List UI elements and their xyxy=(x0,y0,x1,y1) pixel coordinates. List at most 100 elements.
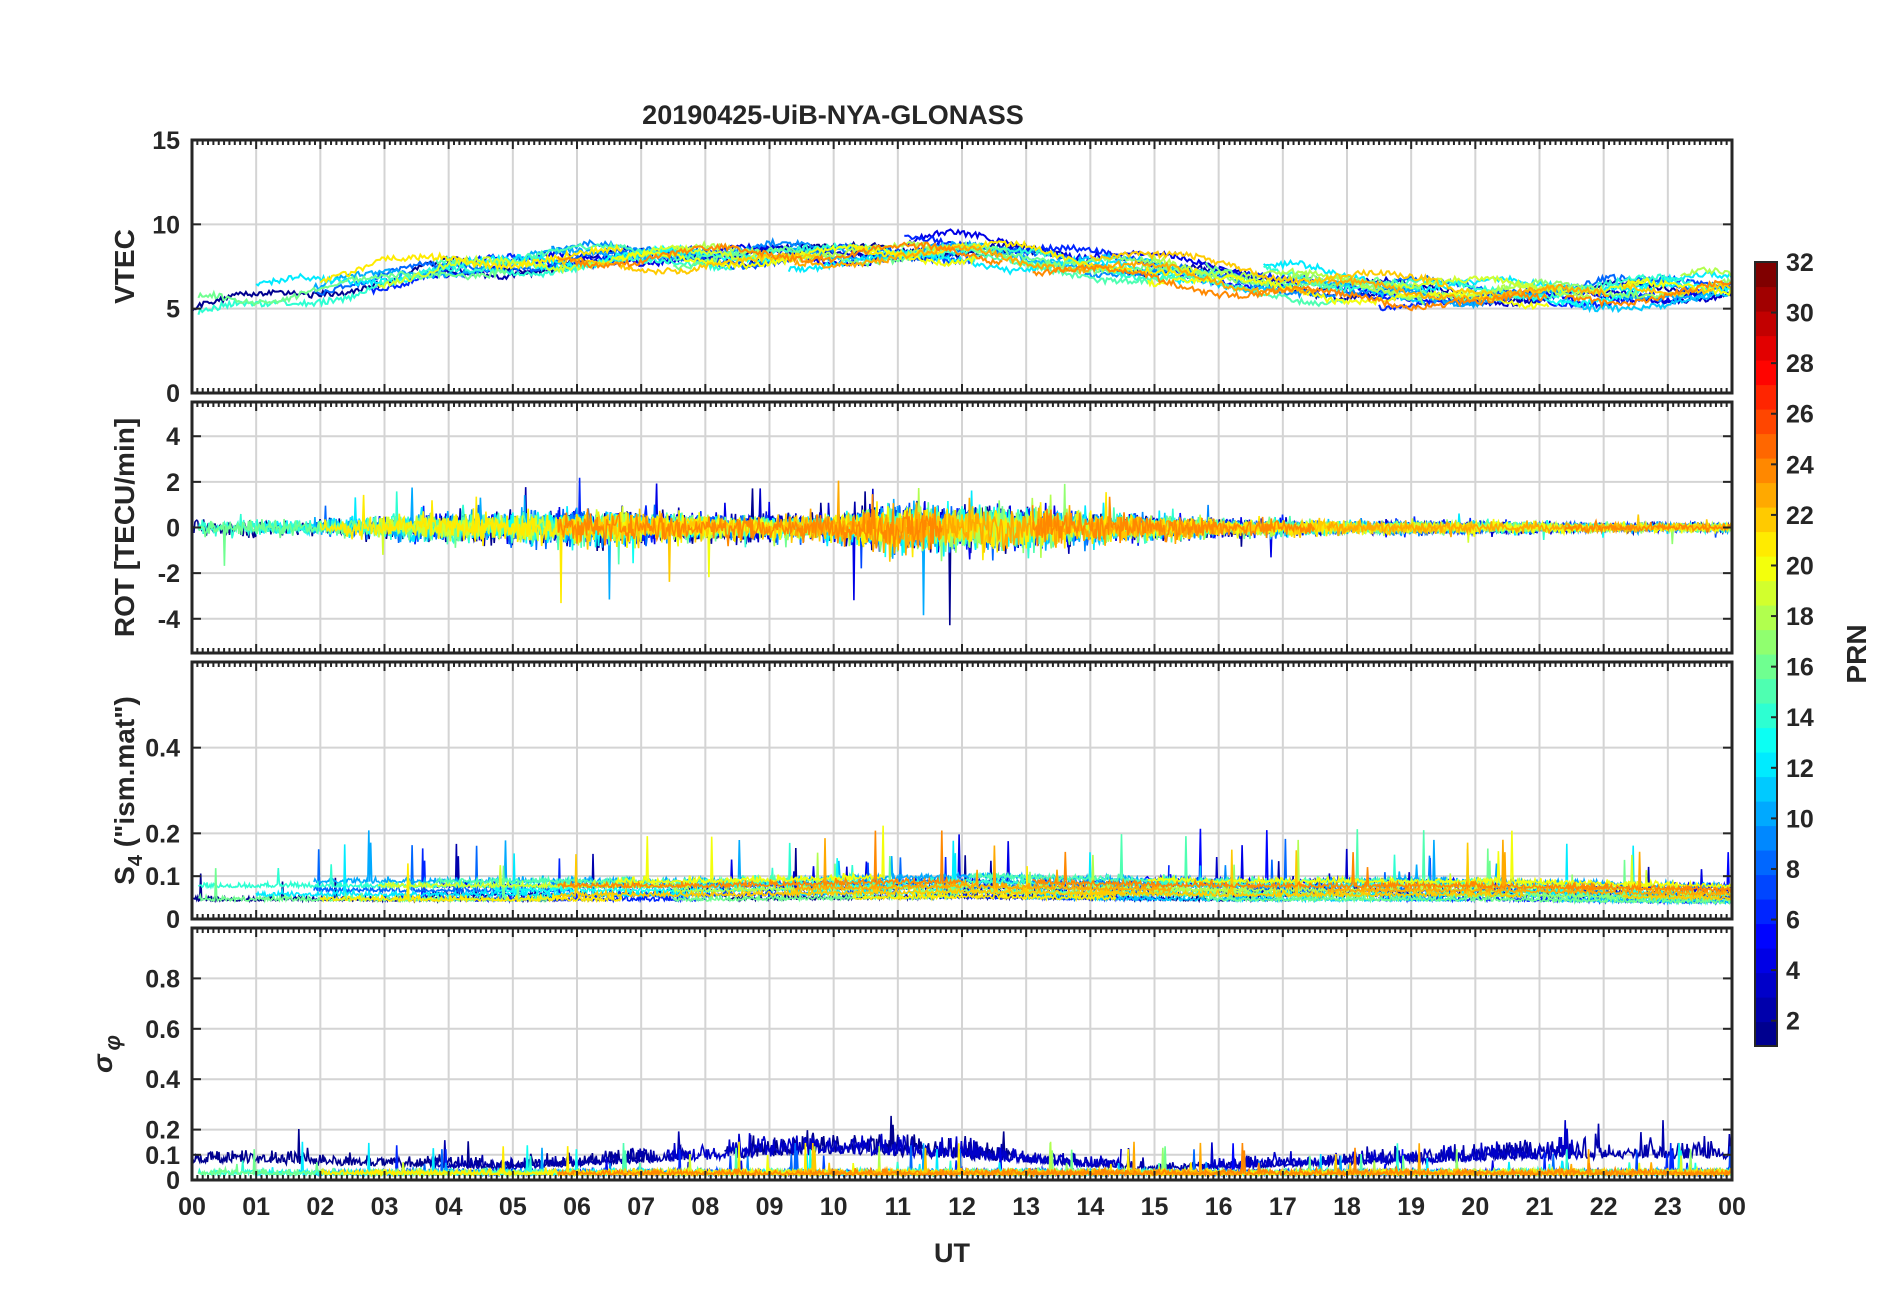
y-tick-label: 0 xyxy=(166,906,180,934)
y-tick-label: 0.2 xyxy=(145,820,180,848)
colorbar-segment xyxy=(1755,972,1777,998)
colorbar-segment xyxy=(1755,311,1777,337)
series-line-prn-10 xyxy=(313,830,744,886)
colorbar-tick-label: 30 xyxy=(1786,300,1814,328)
series-line-prn-4 xyxy=(428,483,887,601)
panel-sigma_phi: 00.10.2 0.4 0.6 0.8 σφ 00 01 02 03 04 05 06 07 08 09 10… xyxy=(87,926,1746,1221)
y-tick-label: 0.4 xyxy=(145,735,180,763)
x-tick-label: 23 xyxy=(1654,1193,1682,1221)
x-tick-label: 03 xyxy=(371,1193,399,1221)
panels: 051015VTEC-4-2024ROT [TECU/min]00.10.20.… xyxy=(87,127,1746,1221)
y-tick-label: 0.8 xyxy=(145,965,180,993)
colorbar-segment xyxy=(1755,678,1777,704)
axes-vtec: 0 5 10 15 VTEC xyxy=(109,127,1734,408)
colorbar-tick-label: 14 xyxy=(1786,704,1814,732)
colorbar-tick-label: 18 xyxy=(1786,603,1814,631)
colorbar-segment xyxy=(1755,286,1777,312)
colorbar-segment xyxy=(1755,531,1777,557)
x-tick-label: 21 xyxy=(1526,1193,1554,1221)
y-tick-label: -4 xyxy=(158,606,180,634)
y-tick-label: 15 xyxy=(152,127,180,155)
y-tick-label: 2 xyxy=(166,469,180,497)
y-tick-label: 0.4 xyxy=(145,1066,180,1094)
colorbar-tick-label: 16 xyxy=(1786,654,1814,682)
colorbar-segment xyxy=(1755,727,1777,753)
y-tick-label: 0.1 xyxy=(145,1142,180,1170)
panel-s4: 0 0.1 0.2 0.4S4 ("ism.mat") xyxy=(109,660,1734,934)
colorbar-segment xyxy=(1755,433,1777,459)
x-tick-label: 13 xyxy=(1012,1193,1040,1221)
y-tick-label: 4 xyxy=(166,423,180,451)
colorbar: 2468101214161820222426283032PRN xyxy=(1754,249,1872,1047)
panel-vtec: 0 5 10 15 VTEC xyxy=(109,127,1734,408)
colorbar-segment xyxy=(1755,335,1777,361)
x-tick-label: 02 xyxy=(306,1193,334,1221)
colorbar-segment xyxy=(1755,605,1777,631)
colorbar-segment xyxy=(1755,507,1777,533)
y-tick-label: 0.2 xyxy=(145,1117,180,1145)
x-tick-label: 05 xyxy=(499,1193,527,1221)
x-tick-label: 16 xyxy=(1205,1193,1233,1221)
colorbar-tick-label: 10 xyxy=(1786,805,1814,833)
colorbar-segment xyxy=(1755,482,1777,508)
panel-rot: -4 -2 0 2 4 ROT [TECU/min] xyxy=(109,400,1734,655)
y-axis-label: ROT [TECU/min] xyxy=(109,418,140,637)
y-tick-label: 0.1 xyxy=(145,863,180,891)
colorbar-segment xyxy=(1755,997,1777,1023)
x-tick-label: 04 xyxy=(435,1193,463,1221)
y-tick-label: 0 xyxy=(166,515,180,543)
x-tick-label: 09 xyxy=(756,1193,784,1221)
colorbar-tick-label: 2 xyxy=(1786,1008,1800,1036)
colorbar-segment xyxy=(1755,825,1777,851)
y-tick-label: 0 xyxy=(166,380,180,408)
x-tick-label: 18 xyxy=(1333,1193,1361,1221)
y-axis-label: σφ xyxy=(87,1035,125,1073)
colorbar-tick-label: 26 xyxy=(1786,401,1814,429)
colorbar-segment xyxy=(1755,776,1777,802)
x-tick-label: 08 xyxy=(691,1193,719,1221)
colorbar-segment xyxy=(1755,923,1777,949)
x-tick-label: 11 xyxy=(885,1193,912,1221)
colorbar-segment xyxy=(1755,1021,1777,1047)
colorbar-segment xyxy=(1755,556,1777,582)
x-tick-label: 06 xyxy=(563,1193,591,1221)
colorbar-segment xyxy=(1755,262,1777,288)
x-tick-label: 07 xyxy=(627,1193,655,1221)
x-tick-label: 17 xyxy=(1269,1193,1297,1221)
colorbar-segment xyxy=(1755,874,1777,900)
x-tick-label: 22 xyxy=(1590,1193,1618,1221)
y-axis-label: S4 ("ism.mat") xyxy=(109,696,147,885)
x-tick-label: 10 xyxy=(820,1193,848,1221)
y-tick-label: 0 xyxy=(166,1167,180,1195)
x-tick-label: 12 xyxy=(948,1193,976,1221)
colorbar-segment xyxy=(1755,801,1777,827)
x-axis-label: UT xyxy=(934,1238,970,1268)
x-tick-label: 20 xyxy=(1461,1193,1489,1221)
y-tick-label: 10 xyxy=(152,211,180,239)
x-tick-label: 01 xyxy=(242,1193,270,1221)
colorbar-segment xyxy=(1755,629,1777,655)
x-tick-label: 15 xyxy=(1141,1193,1169,1221)
y-tick-label: 0.6 xyxy=(145,1016,180,1044)
y-tick-label: 5 xyxy=(166,296,180,324)
colorbar-tick-label: 24 xyxy=(1786,451,1814,479)
colorbar-tick-label: 20 xyxy=(1786,552,1814,580)
colorbar-tick-label: 4 xyxy=(1786,957,1800,985)
x-tick-label: 00 xyxy=(178,1193,206,1221)
colorbar-tick-label: 6 xyxy=(1786,907,1800,935)
colorbar-tick-label: 28 xyxy=(1786,350,1814,378)
axes-sigma_phi: 00.10.2 0.4 0.6 0.8 σφ 00 01 02 03 04 05 06 07 08 09 10… xyxy=(87,926,1746,1221)
colorbar-segment xyxy=(1755,752,1777,778)
x-tick-label: 19 xyxy=(1397,1193,1425,1221)
chart-title: 20190425-UiB-NYA-GLONASS xyxy=(642,100,1024,130)
colorbar-tick-label: 22 xyxy=(1786,502,1814,530)
colorbar-tick-label: 8 xyxy=(1786,856,1800,884)
x-tick-label: 00 xyxy=(1718,1193,1746,1221)
colorbar-segment xyxy=(1755,458,1777,484)
x-tick-label: 14 xyxy=(1076,1193,1104,1221)
y-axis-label: VTEC xyxy=(109,229,140,304)
grid-vtec xyxy=(191,139,1733,394)
colorbar-segment xyxy=(1755,703,1777,729)
colorbar-segment xyxy=(1755,850,1777,876)
colorbar-segment xyxy=(1755,384,1777,410)
